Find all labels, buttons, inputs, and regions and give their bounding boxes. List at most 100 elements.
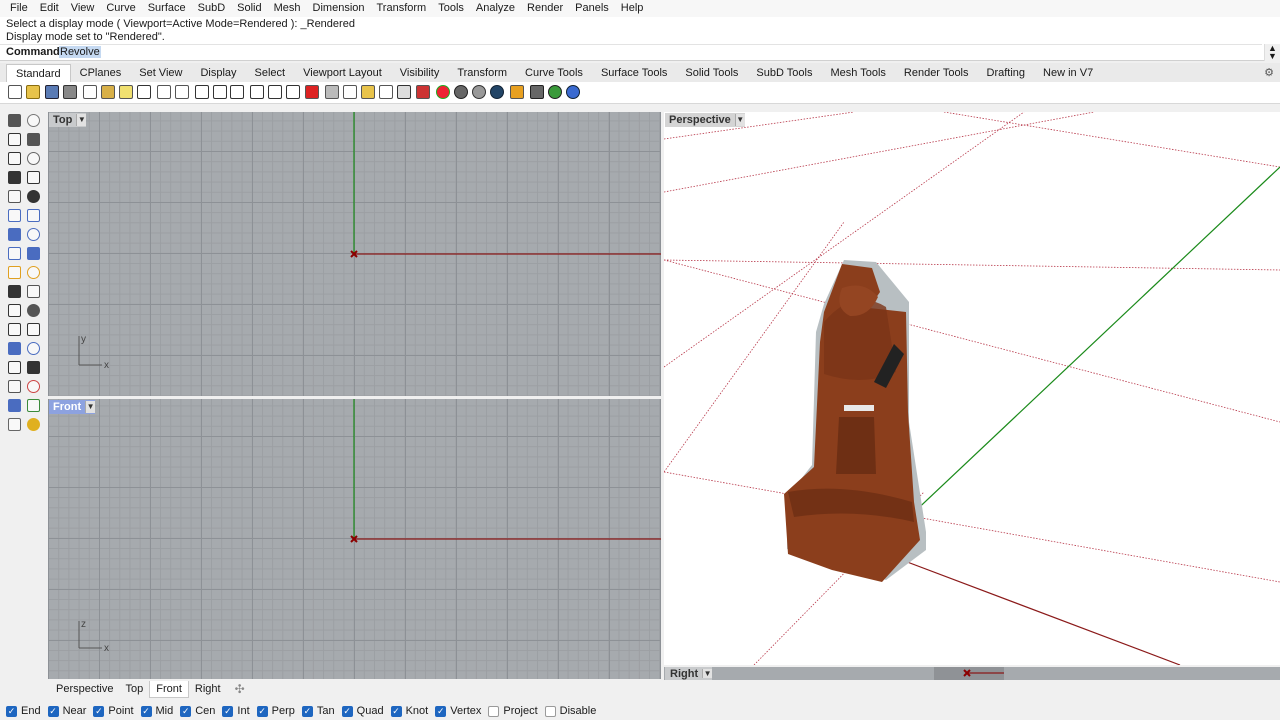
menu-item-help[interactable]: Help: [615, 0, 650, 17]
osnap-checkbox[interactable]: ✓: [222, 705, 234, 717]
osnap-disable[interactable]: Disable: [544, 705, 596, 717]
menu-item-file[interactable]: File: [4, 0, 34, 17]
select-arrow-icon[interactable]: [8, 114, 21, 127]
clipboard-icon[interactable]: [119, 85, 133, 99]
osnap-checkbox[interactable]: ✓: [140, 705, 152, 717]
zoom-window-icon[interactable]: [213, 85, 227, 99]
osnap-checkbox[interactable]: ✓: [93, 705, 105, 717]
tab-select[interactable]: Select: [246, 64, 295, 82]
tab-mesh-tools[interactable]: Mesh Tools: [821, 64, 894, 82]
align-icon[interactable]: [27, 361, 40, 374]
cplane-icon[interactable]: [305, 85, 319, 99]
color-icon[interactable]: [436, 85, 450, 99]
viewport-tab-perspective[interactable]: Perspective: [50, 680, 119, 698]
tab-cplanes[interactable]: CPlanes: [71, 64, 131, 82]
light-icon[interactable]: [379, 85, 393, 99]
viewport-tab-top[interactable]: Top: [119, 680, 149, 698]
shaded-icon[interactable]: [472, 85, 486, 99]
osnap-mid[interactable]: ✓ Mid: [140, 705, 173, 717]
viewport-tab-front[interactable]: Front: [149, 680, 189, 698]
tab-solid-tools[interactable]: Solid Tools: [676, 64, 747, 82]
offset-icon[interactable]: [27, 304, 40, 317]
scale-icon[interactable]: [8, 342, 21, 355]
curve-icon[interactable]: [27, 133, 40, 146]
osnap-perp[interactable]: ✓ Perp: [256, 705, 295, 717]
osnap-checkbox[interactable]: [488, 705, 500, 717]
polyline-icon[interactable]: [8, 133, 21, 146]
menu-item-dimension[interactable]: Dimension: [307, 0, 371, 17]
osnap-checkbox[interactable]: ✓: [256, 705, 268, 717]
osnap-icon[interactable]: [343, 85, 357, 99]
fillet-edge-icon[interactable]: [8, 304, 21, 317]
zoom-icon[interactable]: [195, 85, 209, 99]
cylinder-icon[interactable]: [8, 247, 21, 260]
help-icon[interactable]: [566, 85, 580, 99]
viewport-title-perspective[interactable]: Perspective ▼: [665, 113, 745, 127]
undo-icon[interactable]: [137, 85, 151, 99]
analyze-icon[interactable]: [8, 418, 21, 431]
rotate-icon[interactable]: [27, 323, 40, 336]
menu-item-render[interactable]: Render: [521, 0, 569, 17]
menu-item-edit[interactable]: Edit: [34, 0, 65, 17]
material-icon[interactable]: [454, 85, 468, 99]
edit-icon[interactable]: [510, 85, 524, 99]
join-icon[interactable]: [27, 266, 40, 279]
osnap-end[interactable]: ✓ End: [6, 705, 41, 717]
menu-item-subd[interactable]: SubD: [192, 0, 232, 17]
point-icon[interactable]: [325, 85, 339, 99]
osnap-near[interactable]: ✓ Near: [47, 705, 86, 717]
osnap-tan[interactable]: ✓ Tan: [301, 705, 335, 717]
layer-icon[interactable]: [416, 85, 430, 99]
block-icon[interactable]: [8, 399, 21, 412]
explode-icon[interactable]: [8, 266, 21, 279]
copy-icon[interactable]: [83, 85, 97, 99]
add-viewport-tab-icon[interactable]: ✣: [227, 682, 253, 696]
zoom-extents-icon[interactable]: [230, 85, 244, 99]
ellipse-icon[interactable]: [27, 152, 40, 165]
menu-item-transform[interactable]: Transform: [371, 0, 433, 17]
chevron-down-icon[interactable]: ▼: [76, 114, 87, 126]
dimension-icon[interactable]: [27, 380, 40, 393]
gear-icon[interactable]: ⚙: [1264, 66, 1274, 79]
loft-icon[interactable]: [27, 209, 40, 222]
arc-icon[interactable]: [8, 171, 21, 184]
osnap-quad[interactable]: ✓ Quad: [341, 705, 384, 717]
command-prompt[interactable]: Command: Revolve: [0, 44, 1262, 59]
osnap-vertex[interactable]: ✓ Vertex: [435, 705, 481, 717]
lock-icon[interactable]: [397, 85, 411, 99]
extrude-icon[interactable]: [27, 228, 40, 241]
viewport-title-top[interactable]: Top ▼: [49, 113, 87, 127]
tab-viewport-layout[interactable]: Viewport Layout: [294, 64, 391, 82]
move-icon[interactable]: [8, 323, 21, 336]
osnap-checkbox[interactable]: [544, 705, 556, 717]
command-input[interactable]: Revolve: [59, 46, 101, 58]
chevron-down-icon[interactable]: ▼: [734, 114, 745, 126]
menu-item-mesh[interactable]: Mesh: [268, 0, 307, 17]
osnap-checkbox[interactable]: ✓: [47, 705, 59, 717]
viewport-title-front[interactable]: Front ▼: [49, 400, 96, 414]
menu-item-curve[interactable]: Curve: [100, 0, 141, 17]
menu-item-solid[interactable]: Solid: [231, 0, 267, 17]
osnap-checkbox[interactable]: ✓: [435, 705, 447, 717]
viewport-perspective[interactable]: Perspective ▼: [664, 112, 1280, 665]
boolean-icon[interactable]: [8, 285, 21, 298]
tab-render-tools[interactable]: Render Tools: [895, 64, 978, 82]
select-icon[interactable]: [361, 85, 375, 99]
print-icon[interactable]: [63, 85, 77, 99]
text-icon[interactable]: [8, 380, 21, 393]
render-icon[interactable]: [27, 418, 40, 431]
viewport-title-right[interactable]: Right ▼: [665, 667, 713, 680]
surface-icon[interactable]: [8, 209, 21, 222]
tab-drafting[interactable]: Drafting: [978, 64, 1035, 82]
viewport-right[interactable]: Right ▼: [664, 667, 1280, 680]
osnap-checkbox[interactable]: ✓: [341, 705, 353, 717]
chevron-down-icon[interactable]: ▼: [85, 401, 96, 413]
split-icon[interactable]: [27, 285, 40, 298]
polygon-icon[interactable]: [8, 190, 21, 203]
rectangle-icon[interactable]: [27, 171, 40, 184]
menu-item-tools[interactable]: Tools: [432, 0, 470, 17]
open-folder-icon[interactable]: [26, 85, 40, 99]
osnap-checkbox[interactable]: ✓: [6, 705, 17, 717]
array-icon[interactable]: [8, 361, 21, 374]
osnap-checkbox[interactable]: ✓: [390, 705, 402, 717]
